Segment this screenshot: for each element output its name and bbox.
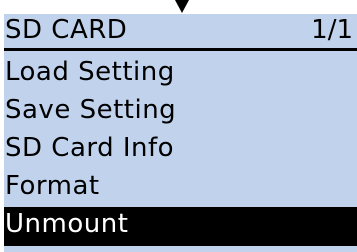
menu-item-label: Load Setting bbox=[5, 57, 175, 87]
down-arrow-icon bbox=[175, 0, 189, 13]
menu-item-load-setting[interactable]: Load Setting bbox=[4, 55, 357, 93]
menu-item-save-setting[interactable]: Save Setting bbox=[4, 93, 357, 131]
sd-card-menu-screen: SD CARD 1/1 Load Setting Save Setting SD… bbox=[0, 0, 357, 252]
page-title: SD CARD bbox=[5, 15, 128, 45]
menu-item-sd-card-info[interactable]: SD Card Info bbox=[4, 131, 357, 169]
menu-item-label: Unmount bbox=[5, 209, 129, 239]
menu-header: SD CARD 1/1 bbox=[4, 14, 357, 51]
menu-item-label: Format bbox=[5, 171, 100, 201]
menu-item-unmount[interactable]: Unmount bbox=[4, 207, 357, 246]
sd-card-menu: Load Setting Save Setting SD Card Info F… bbox=[4, 55, 357, 246]
menu-item-label: SD Card Info bbox=[5, 133, 175, 163]
menu-item-format[interactable]: Format bbox=[4, 169, 357, 207]
page-indicator: 1/1 bbox=[311, 15, 353, 45]
header-divider bbox=[4, 48, 357, 51]
menu-panel: SD CARD 1/1 Load Setting Save Setting SD… bbox=[4, 14, 357, 252]
menu-item-label: Save Setting bbox=[5, 95, 177, 125]
